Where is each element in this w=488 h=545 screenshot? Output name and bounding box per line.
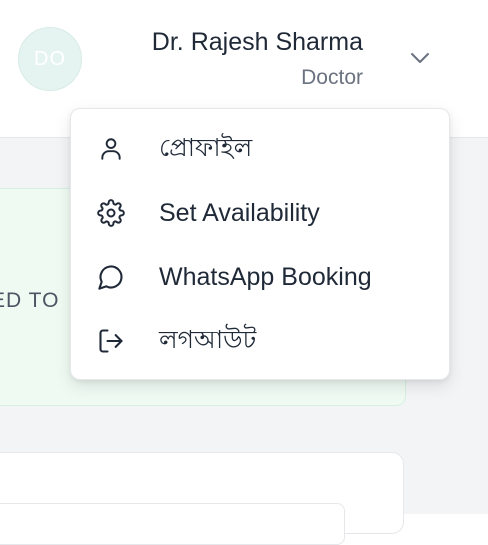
menu-item-label: প্রোফাইল — [159, 133, 253, 162]
menu-item-label: Set Availability — [159, 198, 320, 227]
content-card — [0, 452, 404, 545]
menu-item-whatsapp-booking[interactable]: WhatsApp Booking — [71, 245, 449, 309]
user-name[interactable]: Dr. Rajesh Sharma — [152, 28, 363, 57]
menu-item-logout[interactable]: লগআউট — [71, 309, 449, 373]
menu-item-set-availability[interactable]: Set Availability — [71, 181, 449, 245]
user-icon — [97, 135, 125, 163]
avatar[interactable]: DO — [18, 27, 82, 91]
chat-bubble-icon — [97, 263, 125, 291]
card-field — [0, 503, 345, 545]
avatar-initials: DO — [34, 47, 66, 70]
chevron-down-icon[interactable] — [406, 46, 434, 70]
gear-icon — [97, 199, 125, 227]
menu-item-label: লগআউট — [159, 325, 257, 354]
menu-item-profile[interactable]: প্রোফাইল — [71, 117, 449, 181]
user-dropdown-menu: প্রোফাইল Set Availability WhatsApp Booki… — [70, 108, 450, 380]
menu-item-label: WhatsApp Booking — [159, 262, 372, 291]
banner-text: ED TO — [0, 289, 60, 312]
logout-icon — [97, 327, 125, 355]
user-role: Doctor — [301, 66, 363, 89]
